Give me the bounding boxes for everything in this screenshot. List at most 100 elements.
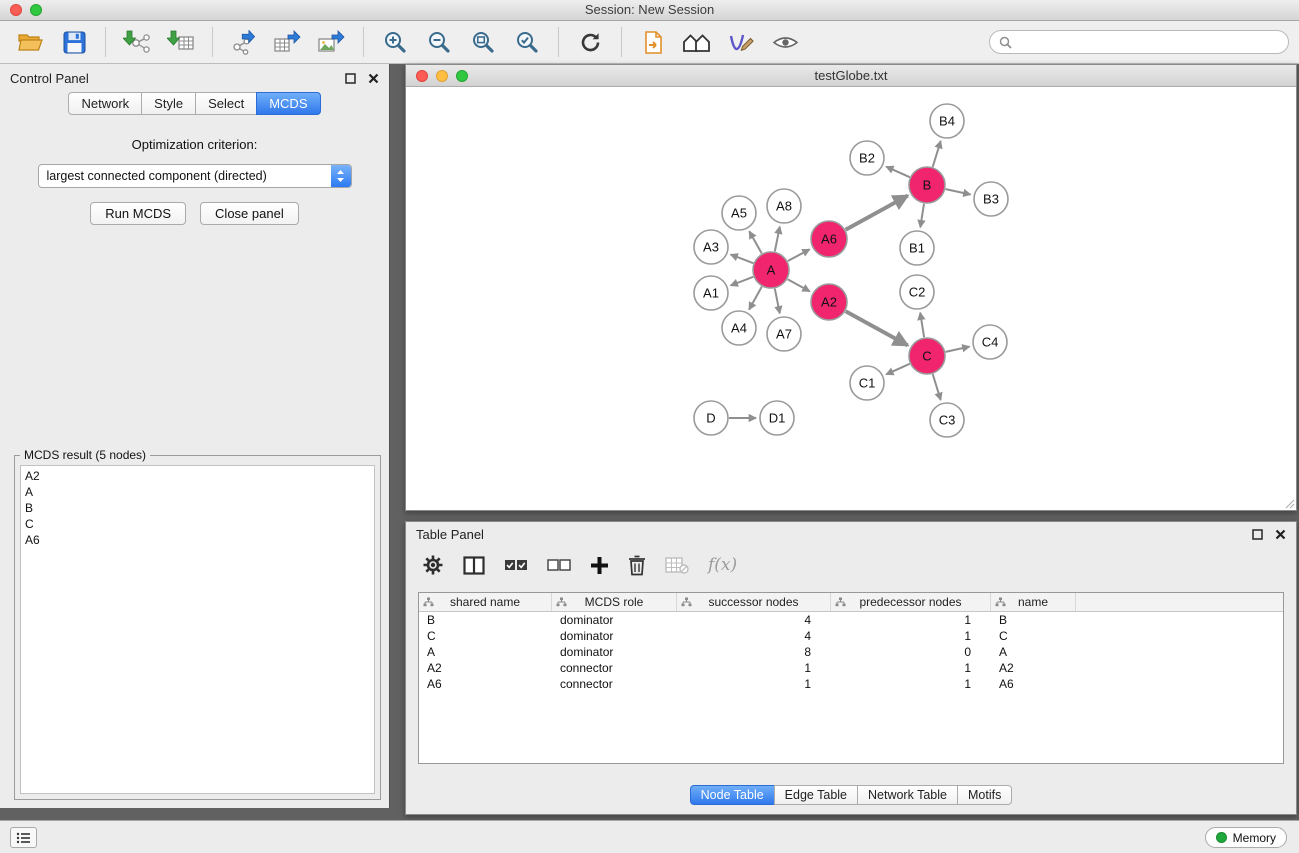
- graph-edge-A-A1[interactable]: [731, 277, 754, 286]
- graph-edge-A2-C[interactable]: [846, 311, 908, 345]
- run-mcds-button[interactable]: Run MCDS: [90, 202, 186, 225]
- graph-edge-A-A4[interactable]: [749, 287, 762, 310]
- apply-layout-button[interactable]: [570, 24, 610, 60]
- graph-edge-C-C1[interactable]: [886, 364, 910, 375]
- result-item[interactable]: A: [21, 484, 374, 500]
- annotation-button[interactable]: [721, 24, 761, 60]
- control-panel-title: Control Panel: [10, 71, 89, 86]
- deselect-all-checkboxes-icon[interactable]: [547, 559, 571, 571]
- memory-label: Memory: [1233, 831, 1276, 845]
- tab-style[interactable]: Style: [141, 92, 196, 115]
- mcds-result-list[interactable]: A2ABCA6: [20, 465, 375, 794]
- table-row[interactable]: Bdominator41B: [419, 612, 1283, 628]
- window-title: Session: New Session: [0, 0, 1299, 20]
- table-row[interactable]: A6connector11A6: [419, 676, 1283, 692]
- memory-button[interactable]: Memory: [1205, 827, 1287, 848]
- column-header-successor-nodes[interactable]: successor nodes: [677, 593, 831, 611]
- select-all-checkboxes-icon[interactable]: [504, 559, 528, 571]
- zoom-fit-button[interactable]: [463, 24, 503, 60]
- network-graph[interactable]: AA6A2BCA5A8A3A1A4A7B2B4B3B1C2C4C1C3DD1: [406, 87, 1296, 510]
- settings-gear-icon[interactable]: [422, 554, 444, 576]
- cell: 1: [831, 660, 991, 676]
- search-input[interactable]: [1018, 35, 1279, 49]
- graph-edge-C-C2[interactable]: [920, 313, 924, 338]
- graph-node-label: B: [923, 178, 932, 193]
- import-table-button[interactable]: [161, 24, 201, 60]
- column-selector-icon[interactable]: [463, 556, 485, 575]
- export-image-button[interactable]: [312, 24, 352, 60]
- tab-edge-table[interactable]: Edge Table: [774, 785, 858, 805]
- cell: 4: [677, 628, 831, 644]
- search-icon: [999, 36, 1012, 49]
- float-panel-icon[interactable]: [1252, 529, 1263, 540]
- document-export-button[interactable]: [633, 24, 673, 60]
- graph-edge-A-A7[interactable]: [775, 289, 780, 314]
- close-panel-icon[interactable]: [368, 73, 379, 84]
- graph-edge-C-C3[interactable]: [933, 374, 941, 400]
- graph-edge-A-A8[interactable]: [775, 227, 780, 252]
- graph-edge-A-A6[interactable]: [788, 249, 810, 261]
- graph-edge-A-A3[interactable]: [731, 255, 754, 264]
- graph-edge-B-B4[interactable]: [933, 141, 941, 167]
- cell: C: [419, 628, 552, 644]
- save-session-button[interactable]: [54, 24, 94, 60]
- column-header-mcds-role[interactable]: MCDS role: [552, 593, 677, 611]
- close-panel-icon[interactable]: [1275, 529, 1286, 540]
- network-minimize-button[interactable]: [436, 70, 448, 82]
- table-row[interactable]: Cdominator41C: [419, 628, 1283, 644]
- tab-mcds[interactable]: MCDS: [256, 92, 320, 115]
- tab-node-table[interactable]: Node Table: [690, 785, 775, 805]
- column-header-name[interactable]: name: [991, 593, 1076, 611]
- zoom-out-icon: [427, 30, 452, 55]
- result-item[interactable]: B: [21, 500, 374, 516]
- graph-edge-A-A5[interactable]: [749, 231, 761, 253]
- graph-node-label: A7: [776, 327, 792, 342]
- import-network-button[interactable]: [117, 24, 157, 60]
- first-neighbors-button[interactable]: [677, 24, 717, 60]
- result-item[interactable]: C: [21, 516, 374, 532]
- graph-edge-B-B1[interactable]: [920, 204, 924, 228]
- zoom-in-button[interactable]: [375, 24, 415, 60]
- tab-network-table[interactable]: Network Table: [857, 785, 958, 805]
- tab-network[interactable]: Network: [68, 92, 142, 115]
- zoom-window-button[interactable]: [30, 4, 42, 16]
- network-zoom-button[interactable]: [456, 70, 468, 82]
- cell: C: [991, 628, 1076, 644]
- graph-edge-B-B3[interactable]: [946, 189, 971, 194]
- export-network-button[interactable]: [224, 24, 264, 60]
- result-item[interactable]: A6: [21, 532, 374, 548]
- add-column-plus-icon[interactable]: [590, 556, 609, 575]
- table-row[interactable]: A2connector11A2: [419, 660, 1283, 676]
- column-header-predecessor-nodes[interactable]: predecessor nodes: [831, 593, 991, 611]
- export-table-button[interactable]: [268, 24, 308, 60]
- delete-column-trash-icon[interactable]: [628, 555, 646, 576]
- graph-edge-A6-B[interactable]: [846, 196, 908, 230]
- tab-select[interactable]: Select: [195, 92, 257, 115]
- table-row[interactable]: Adominator80A: [419, 644, 1283, 660]
- zoom-out-button[interactable]: [419, 24, 459, 60]
- search-field[interactable]: [989, 30, 1289, 54]
- network-close-button[interactable]: [416, 70, 428, 82]
- show-graphics-details-button[interactable]: [765, 24, 805, 60]
- close-window-button[interactable]: [10, 4, 22, 16]
- column-header-shared-name[interactable]: shared name: [419, 593, 552, 611]
- cell: 0: [831, 644, 991, 660]
- zoom-selected-button[interactable]: [507, 24, 547, 60]
- open-session-button[interactable]: [10, 24, 50, 60]
- network-canvas[interactable]: AA6A2BCA5A8A3A1A4A7B2B4B3B1C2C4C1C3DD1: [406, 87, 1296, 510]
- close-panel-button[interactable]: Close panel: [200, 202, 299, 225]
- tab-motifs[interactable]: Motifs: [957, 785, 1012, 805]
- graph-nodes[interactable]: AA6A2BCA5A8A3A1A4A7B2B4B3B1C2C4C1C3DD1: [694, 104, 1008, 437]
- graph-edge-C-C4[interactable]: [946, 347, 970, 352]
- resize-grip-icon[interactable]: [1283, 497, 1295, 509]
- network-window-titlebar: testGlobe.txt: [406, 65, 1296, 87]
- float-panel-icon[interactable]: [345, 73, 356, 84]
- criterion-dropdown[interactable]: largest connected component (directed): [38, 164, 352, 188]
- graph-node-label: C: [922, 349, 931, 364]
- mcds-result-group: MCDS result (5 nodes) A2ABCA6: [14, 455, 381, 800]
- graph-edge-B-B2[interactable]: [886, 167, 910, 178]
- graph-edge-A-A2[interactable]: [788, 279, 810, 291]
- show-panel-list-button[interactable]: [10, 827, 37, 848]
- result-item[interactable]: A2: [21, 468, 374, 484]
- toolbar-separator: [363, 27, 364, 57]
